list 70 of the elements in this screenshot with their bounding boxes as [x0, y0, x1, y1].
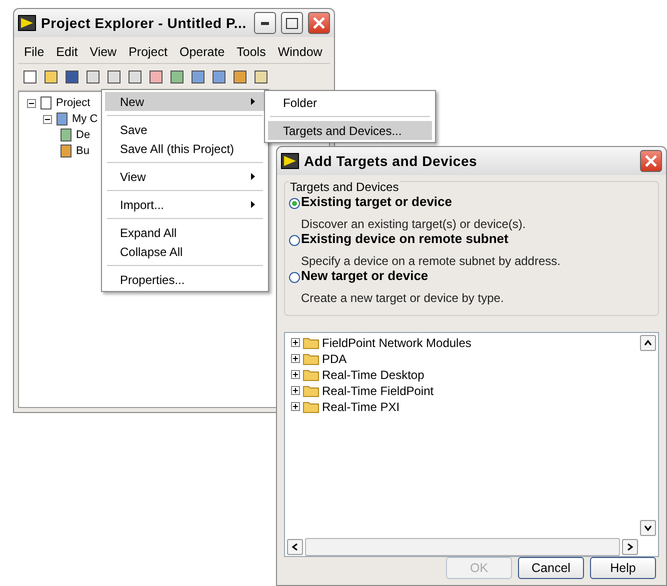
tree-item[interactable]: Real-Time FieldPoint	[322, 384, 434, 398]
menu-item[interactable]: Save	[105, 120, 265, 139]
expand-icon[interactable]	[291, 354, 300, 364]
menu-item[interactable]: New	[105, 92, 265, 111]
expand-icon[interactable]	[291, 386, 300, 396]
radio-button[interactable]	[289, 272, 300, 283]
close-button[interactable]	[640, 150, 662, 172]
folder-icon	[303, 384, 319, 398]
collapse-icon[interactable]	[43, 114, 52, 124]
folder-icon	[303, 400, 319, 414]
close-icon	[313, 17, 325, 29]
menu-item[interactable]: Operate	[173, 45, 231, 59]
window-title: Project Explorer - Untitled P...	[41, 15, 248, 31]
expand-icon[interactable]	[291, 338, 300, 348]
menu-item[interactable]: Expand All	[105, 223, 265, 242]
submenu-arrow-icon	[251, 201, 255, 208]
menu-item[interactable]: Properties...	[105, 270, 265, 289]
option-label: Existing device on remote subnet	[301, 230, 508, 246]
scroll-left-button[interactable]	[287, 539, 303, 555]
menu-item[interactable]: Import...	[105, 195, 265, 214]
tree-item[interactable]: My C	[72, 113, 98, 125]
folder-icon	[303, 368, 319, 382]
option-description: Discover an existing target(s) or device(s).	[300, 216, 527, 233]
option-description: Specify a device on a remote subnet by address.	[300, 252, 562, 270]
menu-item[interactable]: Window	[272, 45, 328, 59]
collapse-icon[interactable]	[27, 98, 36, 108]
dialog-title: Add Targets and Devices	[304, 152, 478, 169]
option-label: Existing target or device	[301, 194, 452, 209]
app-icon	[18, 15, 36, 31]
dialog-button[interactable]: Cancel	[518, 557, 584, 579]
maximize-button[interactable]	[281, 12, 303, 34]
minimize-button[interactable]	[254, 12, 276, 34]
menu-item[interactable]: View	[84, 45, 123, 59]
menu-item[interactable]: Folder	[268, 93, 432, 112]
menu-item[interactable]: Tools	[230, 45, 272, 59]
close-icon	[645, 154, 657, 167]
menu-item[interactable]: File	[18, 45, 50, 59]
option-label: New target or device	[301, 268, 428, 283]
folder-icon	[303, 352, 319, 366]
menu-item[interactable]: Targets and Devices...	[268, 121, 432, 140]
scroll-down-button[interactable]	[640, 520, 656, 536]
scroll-right-button[interactable]	[622, 539, 638, 555]
menu-item[interactable]: Project	[122, 45, 174, 59]
dialog-button[interactable]: Help	[590, 557, 656, 579]
app-icon	[281, 152, 299, 169]
scroll-up-button[interactable]	[640, 334, 656, 351]
tree-item[interactable]: Bu	[76, 145, 90, 157]
folder-icon	[303, 336, 319, 350]
maximize-icon	[286, 18, 298, 28]
submenu-arrow-icon	[251, 173, 255, 180]
scrollbar-thumb[interactable]	[305, 538, 620, 556]
tree-item[interactable]: PDA	[322, 352, 347, 366]
tree-item[interactable]: De	[76, 129, 90, 141]
tree-item[interactable]: Real-Time Desktop	[322, 368, 424, 382]
group-label: Targets and Devices	[289, 180, 400, 194]
option-description: Create a new target or device by type.	[300, 290, 505, 307]
submenu-arrow-icon	[251, 98, 255, 105]
radio-button[interactable]	[289, 234, 300, 246]
radio-button[interactable]	[289, 198, 300, 209]
menu-item[interactable]: Save All (this Project)	[105, 139, 265, 158]
menu-item[interactable]: View	[105, 167, 265, 186]
expand-icon[interactable]	[291, 370, 300, 380]
menu-item[interactable]: Collapse All	[105, 242, 265, 261]
minimize-icon	[261, 22, 269, 24]
expand-icon[interactable]	[291, 402, 300, 412]
tree-item[interactable]: Project	[56, 97, 90, 109]
menu-item[interactable]: Edit	[50, 45, 84, 59]
tree-item[interactable]: FieldPoint Network Modules	[322, 336, 472, 350]
close-button[interactable]	[308, 12, 330, 34]
tree-item[interactable]: Real-Time PXI	[322, 400, 400, 414]
